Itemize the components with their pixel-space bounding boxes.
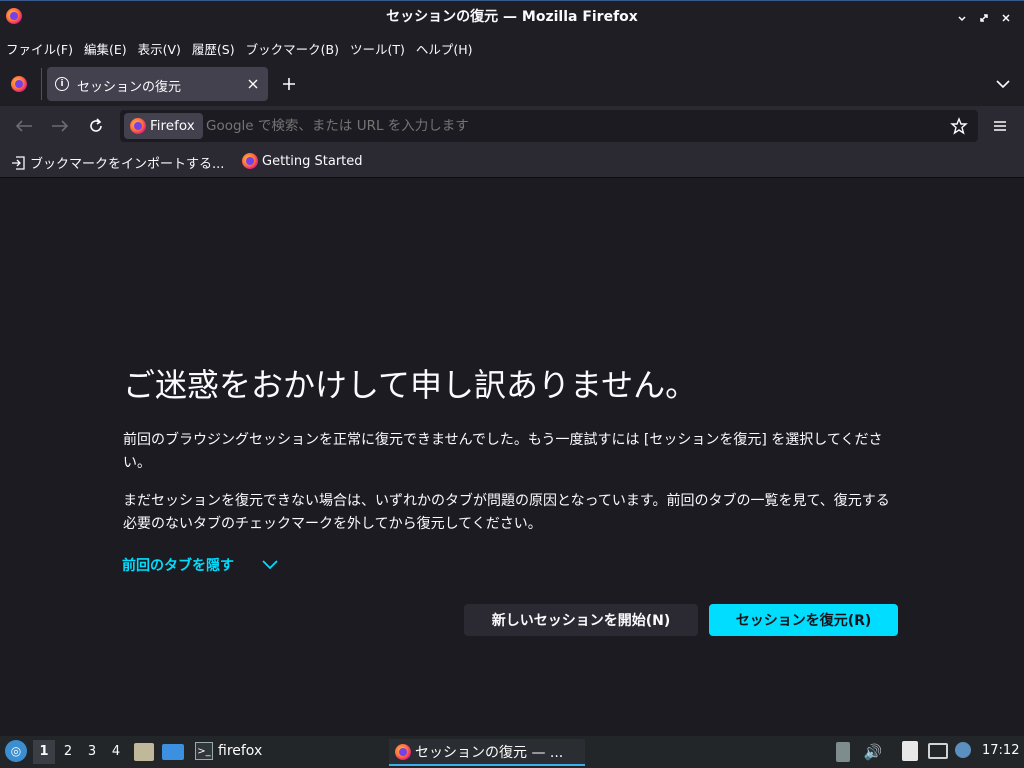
page-content: ご迷惑をおかけして申し訳ありません。 前回のブラウジングセッションを正常に復元で… — [0, 179, 1024, 736]
reload-icon[interactable] — [86, 117, 106, 135]
window-button-label: セッションの復元 — ... — [415, 744, 564, 761]
battery-icon[interactable] — [836, 742, 850, 762]
back-icon[interactable] — [14, 117, 34, 135]
navigation-toolbar: Firefox — [0, 106, 1024, 146]
forward-icon[interactable] — [50, 117, 70, 135]
clipboard-icon[interactable] — [902, 741, 918, 761]
start-menu-icon[interactable]: ◎ — [5, 740, 27, 762]
close-icon[interactable] — [996, 8, 1016, 28]
tab-label: セッションの復元 — [77, 80, 182, 95]
toggle-label: 前回のタブを隠す — [122, 558, 234, 574]
menu-history[interactable]: 履歴(S) — [192, 39, 235, 58]
taskbar: ◎ 1 2 3 4 >_ firefox セッションの復元 — ... 🔊 17… — [0, 736, 1024, 768]
maximize-icon[interactable] — [974, 8, 994, 28]
identity-label: Firefox — [150, 118, 195, 134]
chevron-down-icon — [262, 560, 278, 570]
workspace-1[interactable]: 1 — [33, 740, 55, 764]
notifications-icon[interactable] — [955, 742, 971, 758]
volume-icon[interactable]: 🔊 — [863, 742, 883, 762]
app-menu-icon[interactable] — [990, 117, 1010, 135]
tab-session-restore[interactable]: i セッションの復元 — [47, 67, 268, 101]
info-icon: i — [55, 77, 69, 91]
menu-file[interactable]: ファイル(F) — [6, 39, 73, 58]
network-icon[interactable] — [928, 743, 948, 759]
bookmarks-toolbar: ブックマークをインポートする... Getting Started — [0, 146, 1024, 178]
tab-divider — [41, 68, 42, 100]
bookmark-getting-started[interactable]: Getting Started — [242, 153, 363, 169]
import-icon — [11, 155, 25, 170]
file-manager-icon[interactable] — [134, 743, 154, 761]
menubar: ファイル(F) 編集(E) 表示(V) 履歴(S) ブックマーク(B) ツール(… — [0, 34, 1024, 62]
new-session-button[interactable]: 新しいセッションを開始(N) — [464, 604, 698, 636]
new-tab-icon[interactable] — [280, 75, 298, 93]
taskbar-terminal[interactable]: >_ firefox — [195, 742, 262, 760]
workspace-4[interactable]: 4 — [105, 740, 127, 764]
menu-tools[interactable]: ツール(T) — [350, 39, 405, 58]
bookmark-label: ブックマークをインポートする... — [30, 157, 225, 172]
terminal-icon: >_ — [195, 742, 213, 760]
menu-help[interactable]: ヘルプ(H) — [416, 39, 473, 58]
url-input[interactable] — [206, 114, 906, 138]
list-all-tabs-icon[interactable] — [994, 75, 1012, 93]
menu-bookmarks[interactable]: ブックマーク(B) — [246, 39, 339, 58]
minimize-icon[interactable] — [952, 8, 972, 28]
bookmark-import[interactable]: ブックマークをインポートする... — [11, 153, 224, 172]
taskbar-window-button[interactable]: セッションの復元 — ... — [389, 739, 585, 766]
error-heading: ご迷惑をおかけして申し訳ありません。 — [123, 366, 698, 404]
bookmark-label: Getting Started — [262, 153, 363, 169]
menu-edit[interactable]: 編集(E) — [84, 39, 127, 58]
clock[interactable]: 17:12 — [982, 743, 1019, 758]
workspace-3[interactable]: 3 — [81, 740, 103, 764]
firefox-icon — [242, 153, 258, 169]
restore-session-button[interactable]: セッションを復元(R) — [709, 604, 898, 636]
menu-view[interactable]: 表示(V) — [138, 39, 181, 58]
terminal-label: firefox — [218, 743, 263, 759]
firefox-icon — [130, 118, 146, 134]
url-bar[interactable]: Firefox — [120, 110, 978, 142]
window-titlebar[interactable]: セッションの復元 — Mozilla Firefox — [0, 0, 1024, 34]
window-title: セッションの復元 — Mozilla Firefox — [386, 9, 638, 25]
hide-tabs-toggle[interactable]: 前回のタブを隠す — [122, 555, 278, 575]
error-description: 前回のブラウジングセッションを正常に復元できませんでした。もう一度試すには [セ… — [123, 432, 883, 471]
tab-strip: i セッションの復元 — [0, 62, 1024, 106]
identity-box[interactable]: Firefox — [124, 113, 203, 139]
tab-close-icon[interactable] — [245, 76, 261, 92]
error-instructions: まだセッションを復元できない場合は、いずれかのタブが問題の原因となっています。前… — [123, 493, 890, 532]
firefox-view-icon[interactable] — [11, 76, 27, 92]
bookmark-star-icon[interactable] — [950, 117, 968, 135]
firefox-icon — [395, 743, 411, 760]
desktop-icon[interactable] — [162, 744, 184, 760]
workspace-2[interactable]: 2 — [57, 740, 79, 764]
